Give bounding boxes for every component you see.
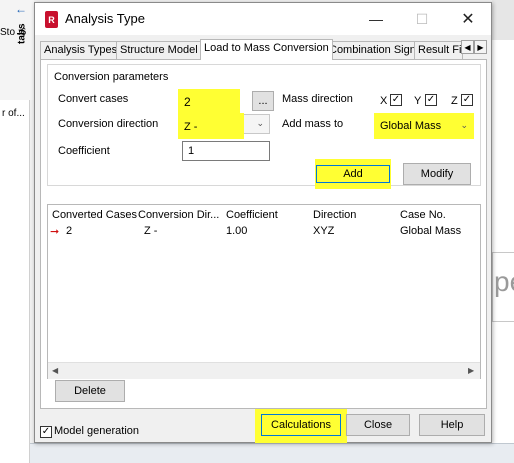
table-cell[interactable]: 1.00 bbox=[226, 225, 247, 237]
model-generation-checkbox[interactable]: ✓ bbox=[40, 426, 52, 438]
minimize-icon: — bbox=[369, 11, 383, 27]
background-status-bar bbox=[30, 443, 514, 463]
conversion-direction-dropdown[interactable]: ⌄ bbox=[244, 114, 270, 134]
tab-analysis-types[interactable]: Analysis Types bbox=[40, 41, 122, 59]
conversion-parameters-group: Conversion parameters Convert cases 2 ..… bbox=[47, 64, 481, 189]
tab-scroll-right-icon[interactable]: ▶ bbox=[474, 40, 487, 54]
coefficient-input[interactable]: 1 bbox=[182, 141, 270, 161]
minimize-button[interactable]: — bbox=[353, 3, 399, 35]
mass-direction-x-label: X bbox=[380, 95, 388, 107]
mass-direction-y-label: Y bbox=[414, 95, 422, 107]
analysis-type-dialog: R Analysis Type — ☐ ✕ Analysis Types Str… bbox=[34, 2, 492, 443]
mass-direction-x-checkbox[interactable]: ✓ bbox=[390, 94, 402, 106]
convert-cases-label: Convert cases bbox=[58, 93, 129, 105]
add-mass-to-value: Global Mass bbox=[380, 120, 442, 132]
column-header-direction[interactable]: Direction bbox=[313, 209, 356, 221]
mass-direction-z-label: Z bbox=[451, 95, 458, 107]
coefficient-value: 1 bbox=[188, 145, 195, 157]
chevron-down-icon: ⌄ bbox=[460, 120, 468, 130]
group-title: Conversion parameters bbox=[54, 71, 169, 83]
calculations-button[interactable]: Calculations bbox=[261, 414, 341, 436]
tab-structure-model[interactable]: Structure Model bbox=[116, 41, 202, 59]
maximize-button: ☐ bbox=[399, 3, 445, 35]
close-icon: ✕ bbox=[461, 11, 475, 28]
converted-cases-table: Converted Cases Conversion Dir... Coeffi… bbox=[47, 204, 481, 379]
browse-cases-button[interactable]: ... bbox=[252, 91, 274, 111]
model-generation-label: Model generation bbox=[54, 425, 140, 437]
convert-cases-value: 2 bbox=[184, 95, 191, 109]
mass-direction-y-checkbox[interactable]: ✓ bbox=[425, 94, 437, 106]
scroll-left-icon[interactable]: ◀ bbox=[52, 366, 58, 375]
title-bar[interactable]: R Analysis Type — ☐ ✕ bbox=[35, 3, 491, 35]
app-icon: R bbox=[45, 11, 58, 28]
conversion-direction-label: Conversion direction bbox=[58, 118, 159, 130]
mass-direction-z-checkbox[interactable]: ✓ bbox=[461, 94, 473, 106]
background-right-panel bbox=[492, 0, 514, 463]
table-cell[interactable]: Global Mass bbox=[400, 225, 461, 237]
column-header-converted-cases[interactable]: Converted Cases bbox=[52, 209, 137, 221]
load-to-mass-conversion-panel: Conversion parameters Convert cases 2 ..… bbox=[40, 59, 487, 409]
delete-button[interactable]: Delete bbox=[55, 380, 125, 402]
conversion-direction-value: Z - bbox=[184, 121, 198, 133]
background-text: Sto :6 bbox=[0, 27, 27, 38]
background-right-toolbar bbox=[492, 0, 514, 40]
tab-result-files[interactable]: Result Fi bbox=[414, 41, 463, 59]
help-button[interactable]: Help bbox=[419, 414, 485, 436]
dialog-title: Analysis Type bbox=[65, 11, 145, 26]
tab-strip: Analysis Types Structure Model Load to M… bbox=[40, 39, 488, 60]
scroll-right-icon[interactable]: ▶ bbox=[468, 366, 474, 375]
tab-combination-sign[interactable]: Combination Sign bbox=[325, 41, 420, 59]
add-mass-to-label: Add mass to bbox=[282, 118, 344, 130]
modify-button[interactable]: Modify bbox=[403, 163, 471, 185]
add-mass-to-select[interactable]: Global Mass ⌄ bbox=[374, 113, 474, 139]
maximize-icon: ☐ bbox=[415, 10, 429, 27]
table-cell[interactable]: 2 bbox=[66, 225, 72, 237]
chevron-down-icon: ⌄ bbox=[256, 118, 264, 128]
add-button[interactable]: Add bbox=[315, 159, 391, 189]
column-header-conversion-direction[interactable]: Conversion Dir... bbox=[138, 209, 219, 221]
tab-scroll-left-icon[interactable]: ◀ bbox=[461, 40, 474, 54]
table-cell[interactable]: XYZ bbox=[313, 225, 334, 237]
horizontal-scrollbar[interactable]: ◀ ▶ bbox=[48, 362, 480, 379]
close-window-button[interactable]: ✕ bbox=[445, 3, 491, 35]
background-text: pe bbox=[494, 266, 514, 297]
conversion-direction-select[interactable]: Z - bbox=[178, 113, 244, 139]
table-cell[interactable]: Z - bbox=[144, 225, 157, 237]
tab-load-to-mass-conversion[interactable]: Load to Mass Conversion bbox=[200, 39, 333, 60]
current-row-arrow-icon: ➞ bbox=[50, 226, 60, 238]
column-header-case-no[interactable]: Case No. bbox=[400, 209, 446, 221]
add-button-label: Add bbox=[316, 165, 390, 183]
background-text: r of... bbox=[2, 108, 25, 119]
convert-cases-input[interactable]: 2 bbox=[178, 89, 240, 113]
mass-direction-label: Mass direction bbox=[282, 93, 353, 105]
coefficient-label: Coefficient bbox=[58, 145, 110, 157]
close-button[interactable]: Close bbox=[346, 414, 410, 436]
column-header-coefficient[interactable]: Coefficient bbox=[226, 209, 278, 221]
